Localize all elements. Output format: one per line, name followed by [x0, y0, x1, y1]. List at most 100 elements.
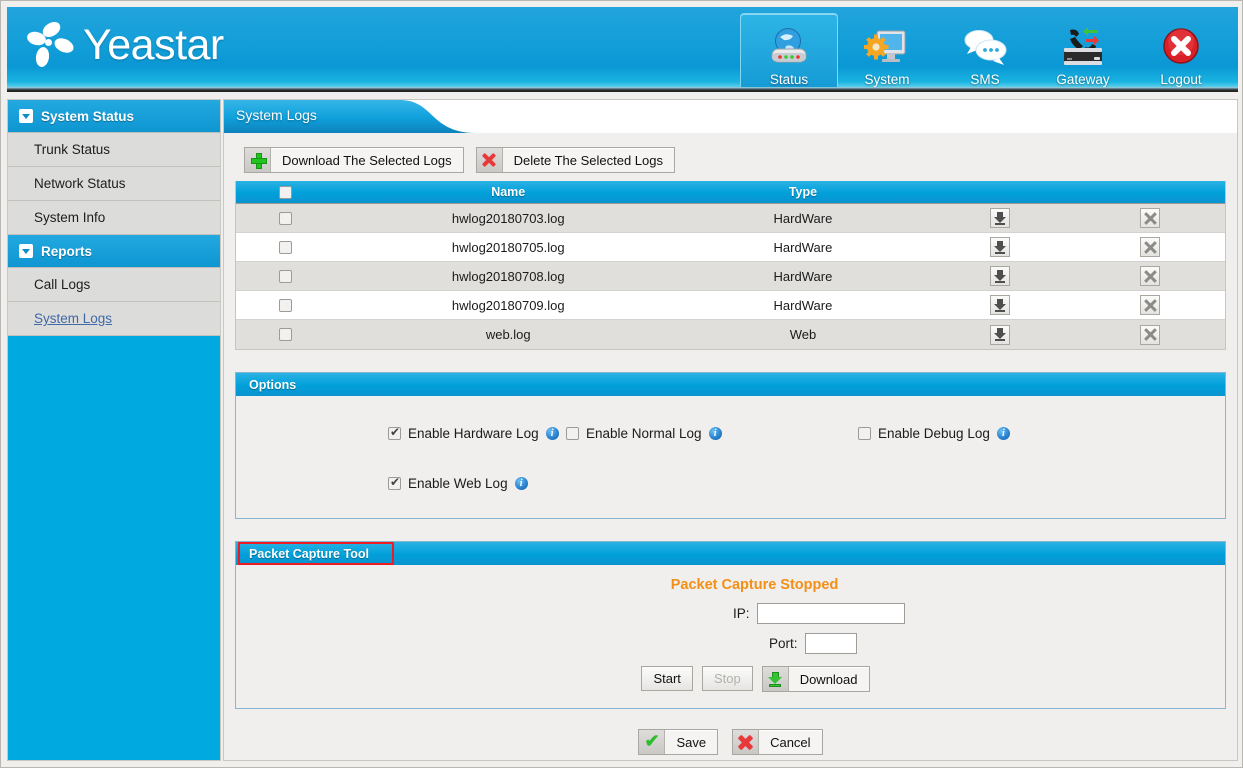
download-icon[interactable]	[990, 237, 1011, 257]
nav-item-gateway[interactable]: Gateway	[1034, 13, 1132, 91]
sidebar-item-label: System Logs	[34, 311, 113, 326]
packet-capture-title: Packet Capture Tool	[249, 546, 369, 561]
sidebar-group-reports[interactable]: Reports	[8, 235, 220, 268]
ip-label: IP:	[732, 606, 750, 621]
packet-capture-section: Packet Capture Tool Packet Capture Stopp…	[235, 541, 1226, 709]
brand-logo: Yeastar	[25, 18, 224, 70]
enable-hardware-log-checkbox[interactable]	[388, 425, 401, 440]
delete-selected-logs-button[interactable]: Delete The Selected Logs	[475, 147, 675, 173]
cell-name: hwlog20180708.log	[451, 268, 565, 284]
main-panel: System Logs Download The Selected Logs D…	[223, 99, 1238, 761]
table-row: web.log Web	[236, 320, 1225, 349]
options-row-1: Enable Hardware Log i Enable Normal Log …	[236, 416, 1225, 450]
packet-capture-header: Packet Capture Tool	[236, 542, 1225, 565]
speech-bubbles-icon	[959, 24, 1011, 70]
options-row-2: Enable Web Log i	[236, 466, 1225, 500]
red-x-circle-icon	[1158, 24, 1204, 70]
sidebar-group-system-status[interactable]: System Status	[8, 100, 220, 133]
yeastar-flower-logo-icon	[25, 18, 76, 70]
download-capture-button[interactable]: Download	[761, 666, 870, 692]
options-section: Options Enable Hardware Log i Enable Nor…	[235, 372, 1226, 519]
download-selected-logs-button[interactable]: Download The Selected Logs	[244, 147, 464, 173]
stop-capture-button[interactable]: Stop	[701, 666, 753, 691]
nav-item-system[interactable]: System	[838, 13, 936, 91]
port-input[interactable]	[804, 633, 857, 654]
top-navigation: Status System SMS Gateway Logout	[740, 13, 1230, 91]
table-row: hwlog20180709.log HardWare	[236, 291, 1225, 320]
enable-debug-log-checkbox[interactable]	[858, 426, 871, 440]
table-header-row: Name Type	[236, 181, 1225, 204]
button-label: Cancel	[770, 734, 811, 750]
sidebar-group-label: Reports	[41, 243, 93, 259]
green-plus-icon	[245, 148, 271, 172]
tab-system-logs[interactable]: System Logs	[236, 107, 317, 123]
delete-x-icon[interactable]	[1140, 208, 1161, 228]
row-checkbox[interactable]	[279, 298, 293, 312]
panel-body: Download The Selected Logs Delete The Se…	[224, 133, 1237, 760]
option-enable-hardware-log: Enable Hardware Log i	[236, 425, 566, 441]
sidebar-item-network-status[interactable]: Network Status	[8, 167, 220, 201]
ip-input[interactable]	[756, 603, 905, 624]
option-enable-debug-log: Enable Debug Log i	[858, 426, 1010, 441]
row-checkbox[interactable]	[279, 240, 293, 254]
table-row: hwlog20180708.log HardWare	[236, 262, 1225, 291]
packet-capture-status: Packet Capture Stopped	[670, 577, 839, 593]
brand-name: Yeastar	[83, 21, 224, 69]
download-icon[interactable]	[990, 208, 1011, 228]
download-icon[interactable]	[990, 266, 1011, 286]
delete-x-icon[interactable]	[1140, 295, 1161, 315]
row-select-cell	[236, 211, 336, 225]
sidebar-item-label: Call Logs	[34, 277, 91, 292]
download-icon[interactable]	[990, 324, 1011, 345]
enable-normal-log-checkbox[interactable]	[566, 426, 579, 440]
cell-type: HardWare	[773, 210, 833, 226]
cell-name: web.log	[485, 327, 531, 342]
nav-label: System	[864, 72, 910, 87]
options-title: Options	[249, 377, 297, 392]
info-icon[interactable]: i	[708, 426, 722, 440]
cancel-button[interactable]: Cancel	[732, 729, 823, 755]
sidebar-item-trunk-status[interactable]: Trunk Status	[8, 133, 220, 167]
row-checkbox[interactable]	[279, 328, 293, 341]
port-label: Port:	[768, 636, 798, 651]
sidebar-item-system-info[interactable]: System Info	[8, 201, 220, 235]
sidebar-item-system-logs[interactable]: System Logs	[8, 302, 220, 336]
option-label: Enable Debug Log	[878, 425, 990, 441]
button-label: Delete The Selected Logs	[513, 152, 663, 168]
application-window: Yeastar Status System SMS Gateway Logout…	[0, 0, 1243, 768]
option-label: Enable Web Log	[408, 475, 508, 491]
sidebar-item-call-logs[interactable]: Call Logs	[8, 268, 220, 302]
nav-item-status[interactable]: Status	[740, 13, 838, 91]
row-select-cell	[236, 269, 336, 283]
nav-item-logout[interactable]: Logout	[1132, 13, 1230, 91]
options-body: Enable Hardware Log i Enable Normal Log …	[236, 396, 1225, 518]
red-x-icon	[733, 730, 760, 754]
row-checkbox[interactable]	[279, 211, 293, 225]
cell-type: HardWare	[773, 297, 833, 313]
option-label: Enable Normal Log	[586, 425, 702, 441]
save-button[interactable]: Save	[638, 729, 719, 755]
cell-name: hwlog20180703.log	[451, 210, 565, 226]
row-checkbox[interactable]	[279, 269, 293, 283]
ip-field-row: IP:	[236, 603, 1225, 624]
button-label: Download	[799, 671, 858, 687]
caret-down-icon	[19, 244, 33, 258]
info-icon[interactable]: i	[514, 476, 528, 490]
nav-item-sms[interactable]: SMS	[936, 13, 1034, 91]
select-all-cell	[236, 185, 336, 199]
download-icon[interactable]	[990, 295, 1011, 315]
column-header-type: Type	[788, 185, 818, 199]
info-icon[interactable]: i	[545, 426, 559, 440]
packet-capture-buttons: Start Stop Download	[286, 666, 1225, 692]
delete-x-icon[interactable]	[1140, 237, 1161, 257]
info-icon[interactable]: i	[996, 426, 1010, 440]
select-all-checkbox[interactable]	[279, 185, 293, 199]
packet-capture-body: Packet Capture Stopped IP: Port: Start S…	[236, 565, 1225, 708]
delete-x-icon[interactable]	[1140, 324, 1161, 345]
globe-device-icon	[766, 24, 812, 70]
cell-type: HardWare	[773, 239, 833, 255]
enable-web-log-checkbox[interactable]	[388, 475, 401, 490]
delete-x-icon[interactable]	[1140, 266, 1161, 286]
logs-toolbar: Download The Selected Logs Delete The Se…	[224, 133, 1237, 181]
start-capture-button[interactable]: Start	[641, 666, 693, 691]
